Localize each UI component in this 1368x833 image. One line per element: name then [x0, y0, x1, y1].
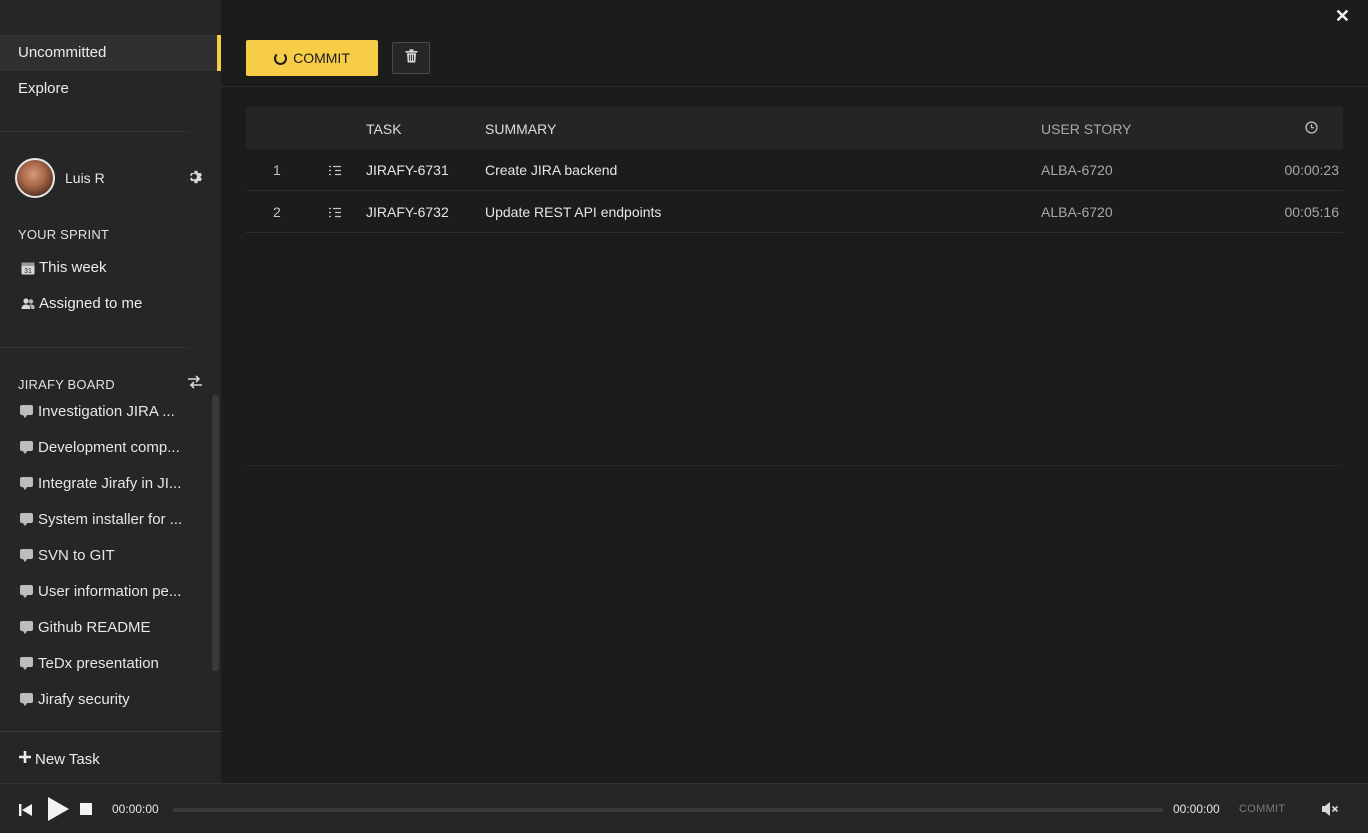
- board-section-title: JIRAFY BOARD: [18, 377, 115, 392]
- main-panel: COMMIT ✕ TASK SUMMARY USER STORY 1 JIRAF…: [221, 0, 1368, 783]
- elapsed-time: 00:00:00: [112, 802, 159, 816]
- column-task[interactable]: TASK: [366, 121, 402, 137]
- mute-icon[interactable]: [1321, 801, 1339, 822]
- sidebar: Uncommitted Explore Luis R YOUR SPRINT 3…: [0, 0, 221, 783]
- svg-text:31: 31: [24, 268, 32, 275]
- previous-icon[interactable]: [19, 803, 33, 822]
- board-item[interactable]: Development comp...: [20, 430, 190, 466]
- sprint-item-assigned[interactable]: Assigned to me: [20, 295, 142, 312]
- comment-icon: [20, 405, 33, 418]
- tasks-table: TASK SUMMARY USER STORY 1 JIRAFY-6731 Cr…: [246, 107, 1343, 233]
- new-task-button[interactable]: New Task: [18, 750, 100, 768]
- task-time: 00:05:16: [1284, 204, 1340, 220]
- player-bar: 00:00:00 00:00:00 COMMIT: [0, 783, 1368, 833]
- gear-icon[interactable]: [187, 169, 205, 187]
- user-story-id[interactable]: ALBA-6720: [1041, 162, 1113, 178]
- user-name: Luis R: [65, 170, 105, 186]
- row-number: 1: [273, 162, 281, 178]
- divider: [0, 347, 189, 348]
- play-icon[interactable]: [47, 797, 69, 826]
- comment-icon: [20, 441, 33, 454]
- sidebar-scrollbar[interactable]: [212, 395, 219, 671]
- task-summary: Update REST API endpoints: [485, 204, 662, 220]
- table-row[interactable]: 1 JIRAFY-6731 Create JIRA backend ALBA-6…: [246, 149, 1343, 191]
- trash-icon: [405, 48, 418, 68]
- sidebar-footer: New Task: [0, 731, 221, 783]
- spinner-icon: [274, 51, 288, 65]
- user-story-id[interactable]: ALBA-6720: [1041, 204, 1113, 220]
- comment-icon: [20, 585, 33, 598]
- board-item[interactable]: Investigation JIRA ...: [20, 394, 190, 430]
- subtasks-icon[interactable]: [328, 206, 342, 218]
- task-id[interactable]: JIRAFY-6732: [366, 204, 449, 220]
- comment-icon: [20, 657, 33, 670]
- avatar[interactable]: [15, 158, 55, 198]
- table-row[interactable]: 2 JIRAFY-6732 Update REST API endpoints …: [246, 191, 1343, 233]
- board-item[interactable]: TeDx presentation: [20, 646, 190, 682]
- board-item[interactable]: Github README: [20, 610, 190, 646]
- row-number: 2: [273, 204, 281, 220]
- column-user-story[interactable]: USER STORY: [1041, 121, 1132, 137]
- calendar-icon: 31: [20, 260, 36, 276]
- board-item[interactable]: Integrate Jirafy in JI...: [20, 466, 190, 502]
- player-commit-button[interactable]: COMMIT: [1239, 803, 1285, 815]
- table-header: TASK SUMMARY USER STORY: [246, 107, 1343, 149]
- plus-icon: [18, 750, 32, 768]
- close-icon[interactable]: ✕: [1335, 6, 1350, 27]
- sprint-section-title: YOUR SPRINT: [18, 227, 110, 242]
- task-id[interactable]: JIRAFY-6731: [366, 162, 449, 178]
- board-item[interactable]: System installer for ...: [20, 502, 190, 538]
- comment-icon: [20, 693, 33, 706]
- sprint-item-this-week[interactable]: 31 This week: [20, 259, 107, 276]
- clock-icon[interactable]: [1305, 121, 1318, 139]
- board-item[interactable]: User information pe...: [20, 574, 190, 610]
- task-time: 00:00:23: [1284, 162, 1340, 178]
- divider: [0, 131, 189, 132]
- board-item[interactable]: SVN to GIT: [20, 538, 190, 574]
- subtasks-icon[interactable]: [328, 164, 342, 176]
- divider: [246, 465, 1343, 466]
- nav-explore[interactable]: Explore: [0, 71, 221, 107]
- users-icon: [20, 296, 36, 312]
- toolbar: COMMIT: [221, 0, 1368, 87]
- total-time: 00:00:00: [1173, 802, 1220, 816]
- comment-icon: [20, 477, 33, 490]
- swap-icon[interactable]: [187, 375, 203, 394]
- comment-icon: [20, 513, 33, 526]
- nav-uncommitted[interactable]: Uncommitted: [0, 35, 221, 71]
- task-summary: Create JIRA backend: [485, 162, 618, 178]
- comment-icon: [20, 549, 33, 562]
- sprint-item-label: This week: [39, 259, 107, 276]
- comment-icon: [20, 621, 33, 634]
- board-item[interactable]: Jirafy security: [20, 682, 190, 718]
- delete-button[interactable]: [392, 42, 430, 74]
- column-summary[interactable]: SUMMARY: [485, 121, 556, 137]
- sprint-item-label: Assigned to me: [39, 295, 143, 312]
- progress-bar[interactable]: [173, 808, 1163, 812]
- stop-icon[interactable]: [80, 803, 92, 815]
- board-list: Investigation JIRA ... Development comp.…: [0, 394, 221, 724]
- commit-button[interactable]: COMMIT: [246, 40, 378, 76]
- new-task-label: New Task: [35, 750, 100, 768]
- commit-label: COMMIT: [293, 50, 350, 66]
- user-profile: Luis R: [15, 158, 215, 198]
